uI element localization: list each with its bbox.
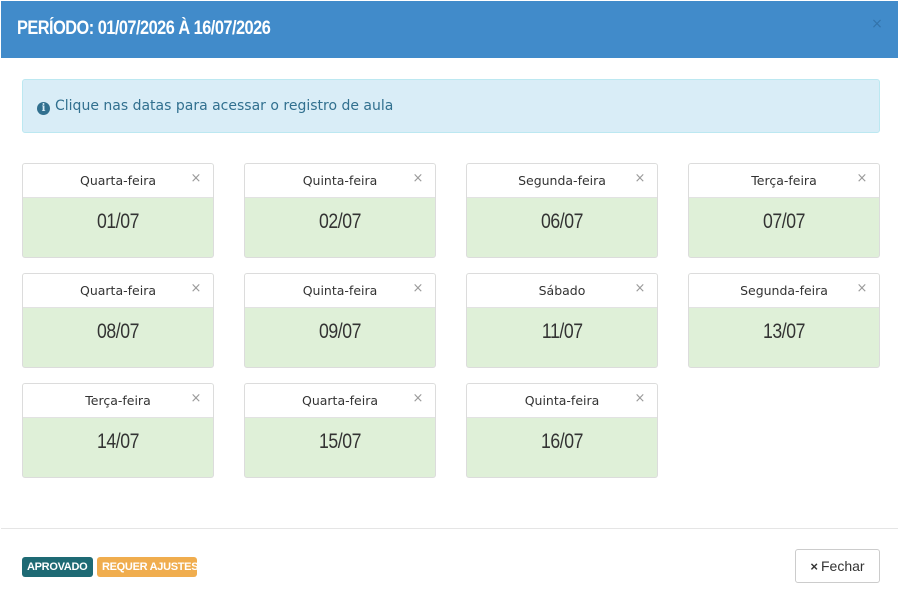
close-icon[interactable]: × xyxy=(870,17,884,31)
date-card-weekday: Quinta-feira xyxy=(302,283,378,298)
date-card-weekday: Terça-feira xyxy=(85,393,151,408)
date-card-body: 09/07 xyxy=(245,308,435,367)
date-card[interactable]: Sábado × 11/07 xyxy=(466,273,658,368)
remove-date-icon[interactable]: × xyxy=(634,172,646,185)
date-card-date: 01/07 xyxy=(96,210,140,233)
modal-title: PERÍODO: 01/07/2026 À 16/07/2026 xyxy=(17,18,271,39)
close-icon: × xyxy=(810,559,818,574)
remove-date-icon[interactable]: × xyxy=(634,392,646,405)
date-card-date: 14/07 xyxy=(96,430,140,453)
info-alert-text: Clique nas datas para acessar o registro… xyxy=(55,98,394,114)
date-card-body: 11/07 xyxy=(467,308,657,367)
remove-date-icon[interactable]: × xyxy=(412,282,424,295)
date-card-header: Sábado × xyxy=(467,274,657,308)
remove-date-icon[interactable]: × xyxy=(856,172,868,185)
date-card-date: 07/07 xyxy=(762,210,806,233)
date-card[interactable]: Quarta-feira × 15/07 xyxy=(244,383,436,478)
date-card-header: Quinta-feira × xyxy=(467,384,657,418)
date-card-body: 01/07 xyxy=(23,198,213,257)
date-card[interactable]: Terça-feira × 07/07 xyxy=(688,163,880,258)
date-card-header: Terça-feira × xyxy=(23,384,213,418)
date-card-weekday: Quinta-feira xyxy=(524,393,600,408)
date-card-date: 13/07 xyxy=(762,320,806,343)
date-card-date: 15/07 xyxy=(318,430,362,453)
info-alert: i Clique nas datas para acessar o registr… xyxy=(22,79,880,133)
date-card-body: 06/07 xyxy=(467,198,657,257)
date-card-weekday: Quarta-feira xyxy=(80,173,156,188)
date-card-header: Quarta-feira × xyxy=(23,274,213,308)
date-card[interactable]: Quinta-feira × 02/07 xyxy=(244,163,436,258)
close-button-label: Fechar xyxy=(821,558,865,574)
date-card-date: 11/07 xyxy=(541,320,583,343)
date-card-header: Quinta-feira × xyxy=(245,274,435,308)
modal-header: PERÍODO: 01/07/2026 À 16/07/2026 × xyxy=(1,1,898,58)
date-card-weekday: Quarta-feira xyxy=(302,393,378,408)
date-card-body: 08/07 xyxy=(23,308,213,367)
date-card[interactable]: Quinta-feira × 09/07 xyxy=(244,273,436,368)
status-badge-requires-adjustments: REQUER AJUSTES xyxy=(97,557,199,577)
date-card-date: 08/07 xyxy=(96,320,140,343)
remove-date-icon[interactable]: × xyxy=(190,392,202,405)
date-card-body: 14/07 xyxy=(23,418,213,477)
lesson-period-modal: PERÍODO: 01/07/2026 À 16/07/2026 × i Cliq… xyxy=(0,0,899,601)
date-card-weekday: Quinta-feira xyxy=(302,173,378,188)
date-card-header: Terça-feira × xyxy=(689,164,879,198)
date-card[interactable]: Segunda-feira × 13/07 xyxy=(688,273,880,368)
date-card-body: 02/07 xyxy=(245,198,435,257)
date-card-weekday: Segunda-feira xyxy=(740,283,828,298)
date-card-header: Quarta-feira × xyxy=(23,164,213,198)
date-card-header: Segunda-feira × xyxy=(467,164,657,198)
remove-date-icon[interactable]: × xyxy=(190,282,202,295)
date-card-date: 06/07 xyxy=(540,210,584,233)
date-card-date: 02/07 xyxy=(318,210,362,233)
status-badge-approved: APROVADO xyxy=(22,557,93,577)
date-card-date: 09/07 xyxy=(318,320,362,343)
remove-date-icon[interactable]: × xyxy=(634,282,646,295)
date-card[interactable]: Terça-feira × 14/07 xyxy=(22,383,214,478)
remove-date-icon[interactable]: × xyxy=(412,392,424,405)
date-card-date: 16/07 xyxy=(540,430,584,453)
close-button[interactable]: × Fechar xyxy=(795,549,880,583)
date-card[interactable]: Quinta-feira × 16/07 xyxy=(466,383,658,478)
date-card-header: Segunda-feira × xyxy=(689,274,879,308)
remove-date-icon[interactable]: × xyxy=(856,282,868,295)
remove-date-icon[interactable]: × xyxy=(190,172,202,185)
info-circle-icon: i xyxy=(37,102,50,115)
date-card-weekday: Quarta-feira xyxy=(80,283,156,298)
date-card-body: 15/07 xyxy=(245,418,435,477)
date-card[interactable]: Quarta-feira × 08/07 xyxy=(22,273,214,368)
date-card-weekday: Sábado xyxy=(538,283,586,298)
date-card-body: 13/07 xyxy=(689,308,879,367)
date-card[interactable]: Segunda-feira × 06/07 xyxy=(466,163,658,258)
date-card-weekday: Segunda-feira xyxy=(518,173,606,188)
date-card-body: 16/07 xyxy=(467,418,657,477)
date-card-header: Quinta-feira × xyxy=(245,164,435,198)
date-card[interactable]: Quarta-feira × 01/07 xyxy=(22,163,214,258)
footer-divider xyxy=(1,528,898,529)
date-card-weekday: Terça-feira xyxy=(751,173,817,188)
remove-date-icon[interactable]: × xyxy=(412,172,424,185)
date-card-header: Quarta-feira × xyxy=(245,384,435,418)
date-card-body: 07/07 xyxy=(689,198,879,257)
